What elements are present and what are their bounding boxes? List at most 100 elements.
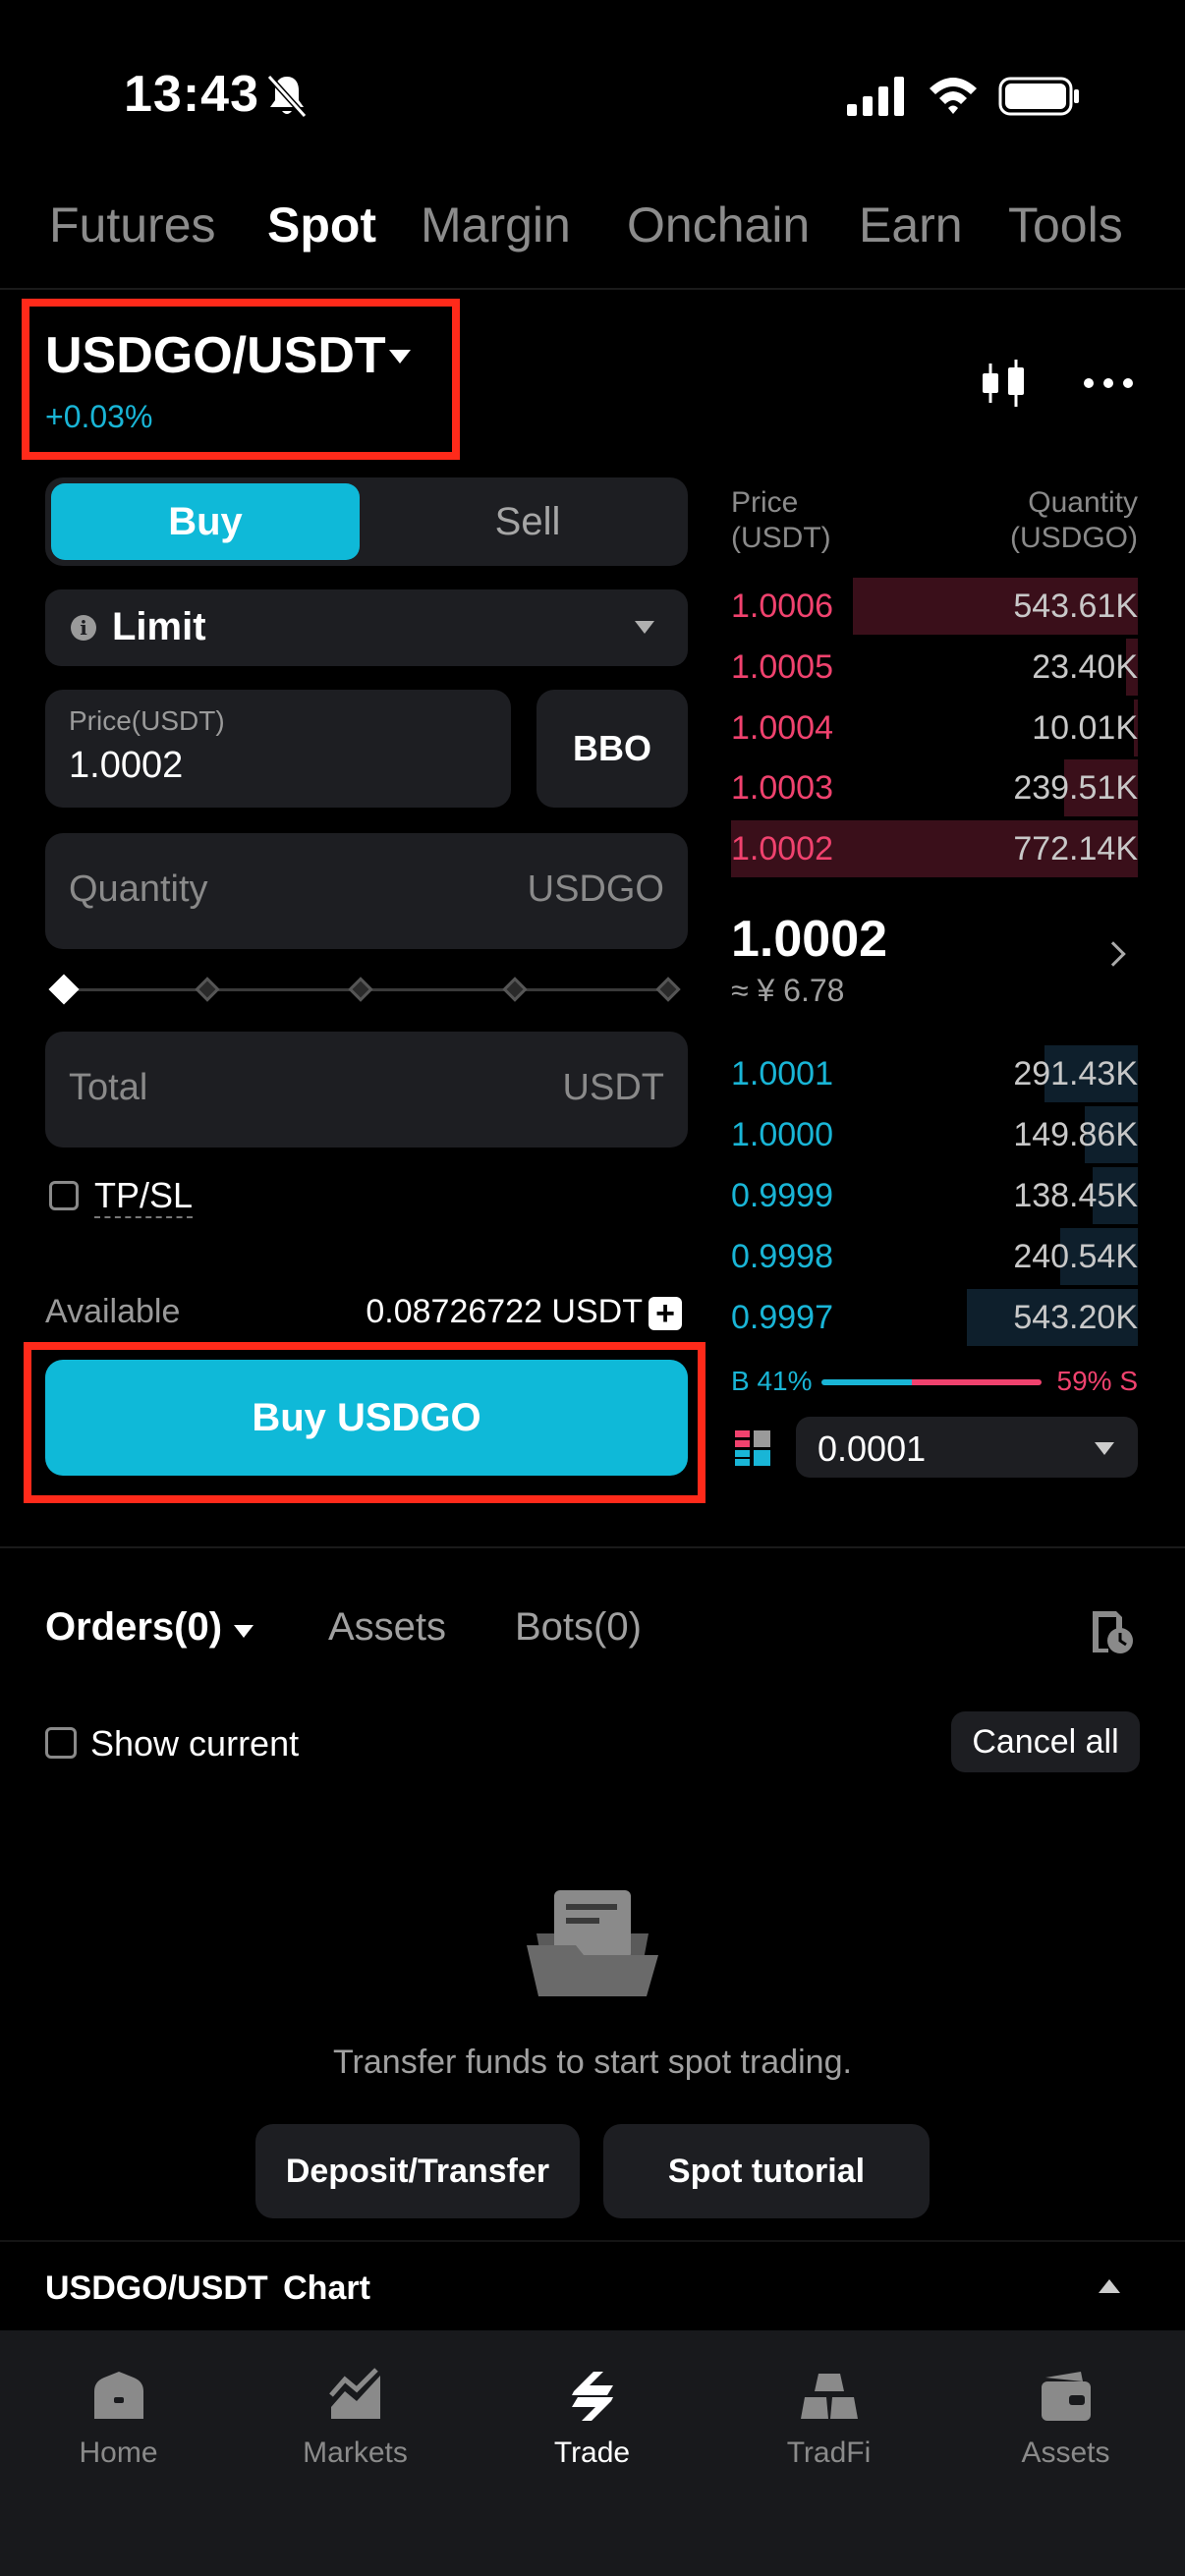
caret-down-icon[interactable] <box>389 350 411 364</box>
available-label: Available <box>45 1293 181 1330</box>
buy-submit-button[interactable]: Buy USDGO <box>45 1360 688 1476</box>
tab-orders[interactable]: Orders(0) <box>45 1605 222 1650</box>
buy-tab[interactable]: Buy <box>51 483 360 560</box>
cancel-all-button[interactable]: Cancel all <box>951 1711 1140 1772</box>
bid-quantity: 291.43K <box>1013 1055 1138 1092</box>
buy-ratio-label: B 41% <box>731 1366 813 1396</box>
caret-down-icon <box>1095 1442 1114 1455</box>
ask-row[interactable]: 1.0005 23.40K <box>731 639 1138 696</box>
mid-price-fiat: ≈ ¥ 6.78 <box>731 973 845 1008</box>
bid-row[interactable]: 0.9998 240.54K <box>731 1228 1138 1285</box>
available-value: 0.08726722 USDT <box>366 1293 643 1330</box>
price-value[interactable]: 1.0002 <box>69 745 183 787</box>
nav-label: Markets <box>303 2436 408 2469</box>
pair-selector[interactable]: USDGO/USDT <box>45 326 386 385</box>
tpsl-label[interactable]: TP/SL <box>94 1175 194 1218</box>
slider-handle[interactable] <box>48 974 80 1005</box>
ask-row[interactable]: 1.0003 239.51K <box>731 759 1138 816</box>
spot-tutorial-button[interactable]: Spot tutorial <box>603 2124 930 2218</box>
slider-stop-75[interactable] <box>502 977 528 1002</box>
orderbook-price-header: Price (USDT) <box>731 485 831 556</box>
bid-quantity: 543.20K <box>1013 1299 1138 1336</box>
mid-price[interactable]: 1.0002 <box>731 910 887 969</box>
tab-margin[interactable]: Margin <box>421 196 571 253</box>
bid-row[interactable]: 1.0000 149.86K <box>731 1106 1138 1163</box>
tab-onchain[interactable]: Onchain <box>627 196 810 253</box>
deposit-transfer-button[interactable]: Deposit/Transfer <box>255 2124 580 2218</box>
buy-sell-toggle: Buy Sell <box>45 477 688 566</box>
header-line: Price <box>731 486 799 519</box>
bid-price: 0.9997 <box>731 1299 833 1336</box>
bottom-nav: Home Markets Trade TradFi Assets <box>0 2330 1185 2576</box>
bid-price: 1.0000 <box>731 1116 833 1153</box>
nav-trade[interactable]: Trade <box>474 2330 710 2576</box>
bid-quantity: 138.45K <box>1013 1177 1138 1214</box>
tpsl-checkbox[interactable] <box>49 1181 79 1210</box>
ask-quantity: 10.01K <box>1032 709 1138 747</box>
status-bar: 13:43 <box>0 0 1185 177</box>
slider-stop-50[interactable] <box>348 977 373 1002</box>
caret-down-icon <box>635 621 654 634</box>
bid-price: 0.9998 <box>731 1238 833 1275</box>
ask-price: 1.0003 <box>731 769 833 807</box>
nav-assets[interactable]: Assets <box>947 2330 1184 2576</box>
tab-earn[interactable]: Earn <box>859 196 963 253</box>
tab-bots[interactable]: Bots(0) <box>515 1605 642 1650</box>
tab-spot[interactable]: Spot <box>267 196 376 253</box>
quantity-input[interactable]: Quantity USDGO <box>45 833 688 949</box>
precision-select[interactable]: 0.0001 <box>796 1417 1138 1478</box>
caret-down-icon[interactable] <box>234 1625 254 1638</box>
tab-assets[interactable]: Assets <box>328 1605 446 1650</box>
sell-tab[interactable]: Sell <box>373 483 682 560</box>
cellular-signal-icon <box>847 77 904 116</box>
price-input[interactable]: Price(USDT) 1.0002 <box>45 690 511 808</box>
ask-quantity: 543.61K <box>1013 588 1138 625</box>
chart-toggle-bar[interactable]: USDGO/USDT Chart <box>0 2240 1185 2330</box>
candlestick-chart-icon[interactable] <box>977 356 1032 411</box>
ask-row[interactable]: 1.0006 543.61K <box>731 578 1138 635</box>
add-funds-icon[interactable]: + <box>649 1297 682 1330</box>
nav-home[interactable]: Home <box>0 2330 237 2576</box>
nav-label: TradFi <box>786 2436 872 2469</box>
header-line: (USDT) <box>731 522 831 554</box>
slider-stop-100[interactable] <box>655 977 681 1002</box>
order-type-label: Limit <box>112 605 206 648</box>
ask-price: 1.0006 <box>731 588 833 625</box>
ask-price: 1.0005 <box>731 648 833 686</box>
ask-row[interactable]: 1.0004 10.01K <box>731 700 1138 756</box>
sell-ratio-label: 59% S <box>1056 1366 1139 1396</box>
bid-row[interactable]: 0.9997 543.20K <box>731 1289 1138 1346</box>
order-type-select[interactable]: i Limit <box>45 589 688 666</box>
empty-folder-icon <box>527 1890 658 1996</box>
show-current-label[interactable]: Show current <box>90 1723 299 1764</box>
trade-icon <box>572 2372 613 2421</box>
tab-tools[interactable]: Tools <box>1008 196 1123 253</box>
nav-label: Trade <box>553 2436 631 2469</box>
bbo-button[interactable]: BBO <box>536 690 688 808</box>
quantity-slider[interactable] <box>48 973 682 1008</box>
bid-row[interactable]: 0.9999 138.45K <box>731 1167 1138 1224</box>
nav-tradfi[interactable]: TradFi <box>710 2330 947 2576</box>
info-icon[interactable]: i <box>71 615 96 641</box>
pair-change: +0.03% <box>45 399 153 434</box>
divider <box>0 288 1185 290</box>
status-time: 13:43 <box>124 66 259 123</box>
quantity-placeholder: Quantity <box>69 868 208 910</box>
price-label: Price(USDT) <box>69 705 225 736</box>
order-history-icon[interactable] <box>1085 1605 1136 1656</box>
slider-stop-25[interactable] <box>195 977 220 1002</box>
orderbook-layout-icon[interactable] <box>735 1430 770 1466</box>
wallet-icon <box>1042 2372 1091 2421</box>
nav-markets[interactable]: Markets <box>237 2330 474 2576</box>
ask-row[interactable]: 1.0002 772.14K <box>731 820 1138 877</box>
more-icon[interactable] <box>1083 373 1134 393</box>
bid-quantity: 240.54K <box>1013 1238 1138 1275</box>
chevron-right-icon[interactable] <box>1100 941 1126 967</box>
show-current-checkbox[interactable] <box>45 1727 77 1759</box>
chart-bar-label: USDGO/USDT Chart <box>45 2269 370 2307</box>
total-input[interactable]: Total USDT <box>45 1032 688 1148</box>
caret-up-icon[interactable] <box>1099 2279 1120 2293</box>
bid-row[interactable]: 1.0001 291.43K <box>731 1045 1138 1102</box>
home-icon <box>94 2372 143 2419</box>
tab-futures[interactable]: Futures <box>49 196 216 253</box>
